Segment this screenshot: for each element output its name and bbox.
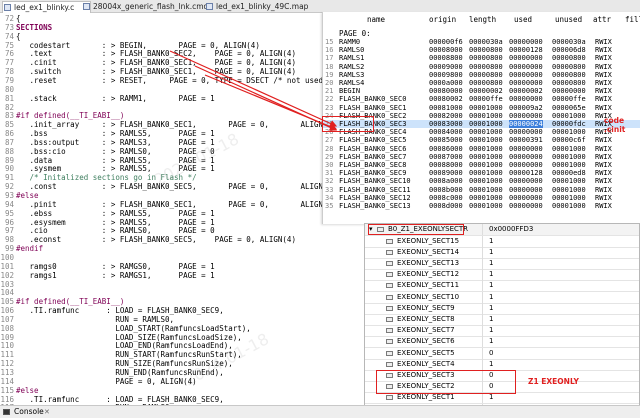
console-view[interactable]: Console ✕ [0,405,640,418]
console-label: Console [14,407,44,416]
arrow-cinit-to-sec3 [194,65,338,131]
arrow-text-to-sec3 [169,50,338,127]
annotation-arrows [169,50,338,131]
console-close-icon[interactable]: ✕ [44,406,50,418]
console-icon [3,409,10,415]
